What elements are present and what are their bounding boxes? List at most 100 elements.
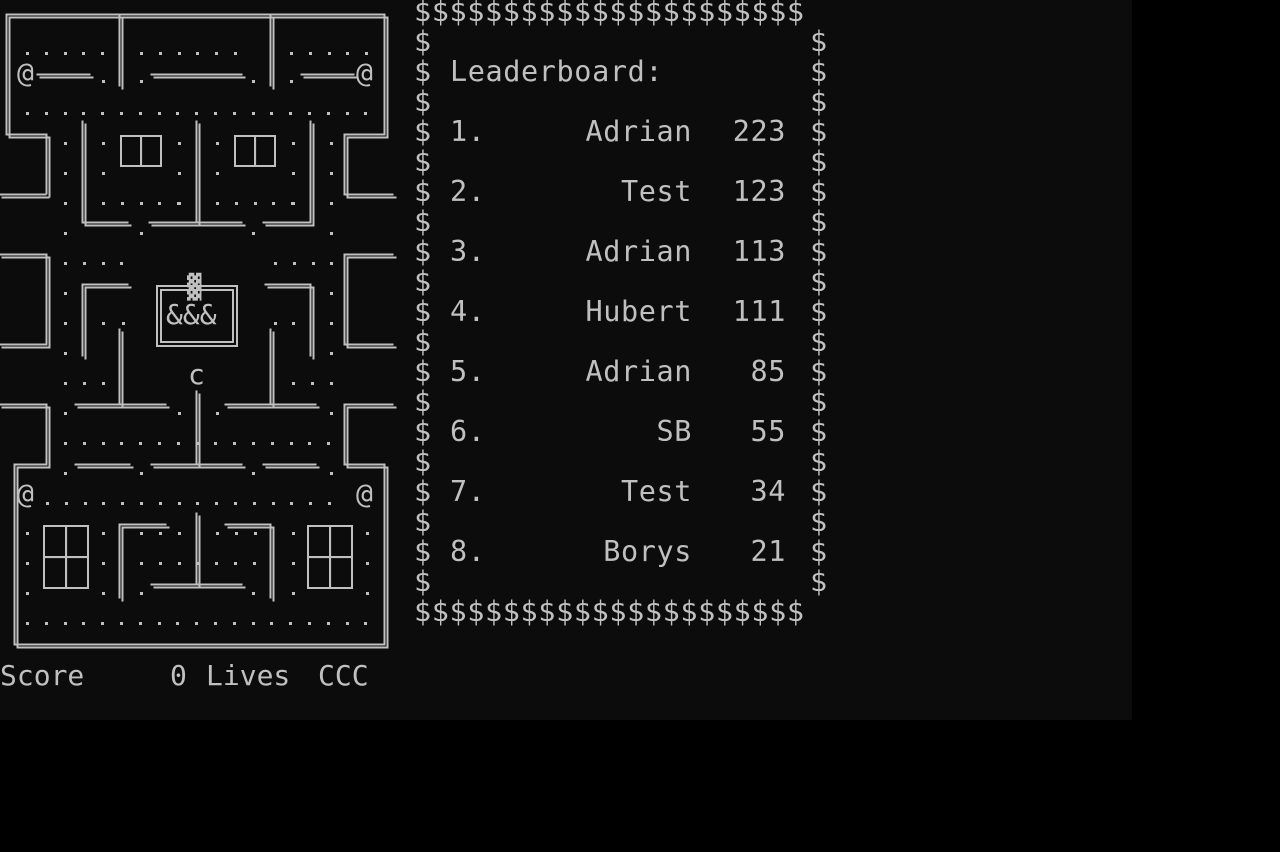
pellet [311, 382, 314, 385]
leaderboard-row: $$7.Test34 [414, 477, 828, 507]
leaderboard-border-left: $ [414, 147, 432, 177]
pellet [366, 532, 369, 535]
pellet [292, 532, 295, 535]
pellet [45, 622, 48, 625]
leaderboard-row: $$4.Hubert111 [414, 297, 828, 327]
pellet [26, 52, 29, 55]
pellet [290, 442, 293, 445]
pellet [178, 502, 181, 505]
pellet [215, 562, 218, 565]
pellet [196, 502, 199, 505]
pellet [216, 532, 219, 535]
pellet [252, 112, 255, 115]
pellet [327, 442, 330, 445]
leaderboard-score: 223 [733, 117, 786, 147]
pellet [328, 52, 331, 55]
leaderboard-row: $$1.Adrian223 [414, 117, 828, 147]
leaderboard-border-right: $ [810, 177, 828, 207]
pellet [46, 502, 49, 505]
pellet [140, 52, 143, 55]
leaderboard-rank: 1. [450, 117, 486, 147]
pellet [195, 112, 198, 115]
leaderboard-row: $$6.SB55 [414, 417, 828, 447]
pellet [102, 262, 105, 265]
pellet [140, 592, 143, 595]
pellet [196, 562, 199, 565]
pellet [253, 562, 256, 565]
pellet [177, 442, 180, 445]
leaderboard-row: $$5.Adrian85 [414, 357, 828, 387]
leaderboard-name: Borys [603, 537, 692, 567]
pellet [196, 52, 199, 55]
leaderboard-border-right: $ [810, 117, 828, 147]
pellet [214, 112, 217, 115]
pellet [178, 142, 181, 145]
ghosts-in-house: &&& [166, 298, 217, 331]
pellet [139, 112, 142, 115]
pellet [102, 172, 105, 175]
pellet [235, 532, 238, 535]
pellet [366, 592, 369, 595]
pellet [158, 622, 161, 625]
pellet [26, 112, 29, 115]
pellet [346, 622, 349, 625]
pellet [364, 622, 367, 625]
wall-segment [123, 528, 170, 602]
pellet [330, 292, 333, 295]
pellet [120, 622, 123, 625]
leaderboard-border-right: $ [810, 87, 828, 117]
pellet [233, 442, 236, 445]
pellet [327, 112, 330, 115]
leaderboard-border-right: $ [810, 417, 828, 447]
pellet [102, 562, 105, 565]
pellet [364, 112, 367, 115]
status-bar: Score 0 Lives CCC [0, 660, 67, 692]
leaderboard-name: Adrian [585, 117, 692, 147]
pellet [309, 502, 312, 505]
pellet [159, 532, 162, 535]
pellet [122, 322, 125, 325]
leaderboard-border-left: $ [414, 87, 432, 117]
pellet [158, 202, 161, 205]
pellet [64, 262, 67, 265]
leaderboard-border-right: $ [810, 567, 828, 597]
pellet [233, 622, 236, 625]
pellet [64, 442, 67, 445]
lives-label: Lives [206, 660, 290, 692]
pellet [82, 112, 85, 115]
pellet [330, 262, 333, 265]
pellet [327, 622, 330, 625]
pellet [365, 52, 368, 55]
pellet [159, 562, 162, 565]
pellet [270, 112, 273, 115]
score-label: Score [0, 660, 84, 692]
pellet [139, 442, 142, 445]
wall-segment [266, 124, 314, 226]
leaderboard-row: $$3.Adrian113 [414, 237, 828, 267]
pellet [330, 472, 333, 475]
pellet [254, 202, 257, 205]
leaderboard-border-right: $ [810, 357, 828, 387]
pellet [26, 532, 29, 535]
leaderboard-score: 21 [750, 537, 786, 567]
pellet [26, 622, 29, 625]
pellet [64, 292, 67, 295]
pellet [158, 442, 161, 445]
pellet [292, 382, 295, 385]
pellet [102, 382, 105, 385]
pellet [140, 202, 143, 205]
leaderboard-border-left: $ [414, 387, 432, 417]
pellet [270, 622, 273, 625]
leaderboard-top-border: $$$$$$$$$$$$$$$$$$$$$$ [414, 0, 805, 27]
pellet [139, 622, 142, 625]
leaderboard-border-left: $ [414, 177, 432, 207]
pellet [330, 352, 333, 355]
leaderboard-rank: 3. [450, 237, 486, 267]
pellet [45, 112, 48, 115]
pellet [272, 502, 275, 505]
leaderboard-border-right: $ [810, 57, 828, 87]
leaderboard-score: 34 [750, 477, 786, 507]
pellet [216, 172, 219, 175]
pellet [102, 142, 105, 145]
leaderboard-border-left: $ [414, 477, 432, 507]
